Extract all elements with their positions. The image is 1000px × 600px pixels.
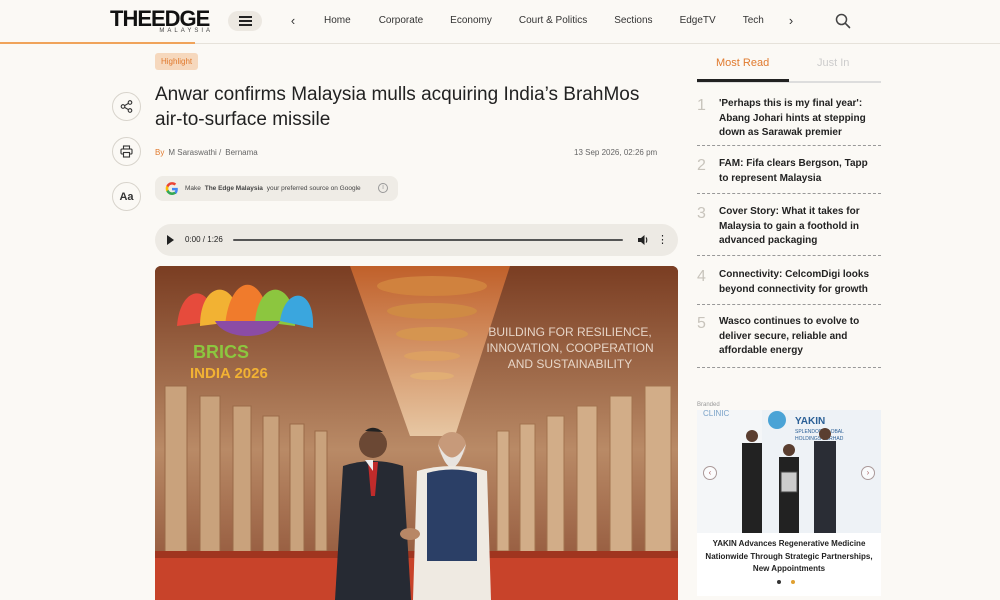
active-tab-indicator (697, 79, 789, 82)
most-read-number: 5 (697, 315, 706, 332)
article-source: Bernama (225, 148, 258, 157)
most-read-headline[interactable]: FAM: Fifa clears Bergson, Tapp to repres… (719, 157, 879, 186)
nav-item-economy[interactable]: Economy (450, 14, 492, 30)
hero-image: BRICS INDIA 2026 BUILDING FOR RESILIENCE… (155, 266, 678, 600)
most-read-item[interactable]: 2 FAM: Fifa clears Bergson, Tapp to repr… (697, 153, 881, 194)
most-read-item[interactable]: 1 'Perhaps this is my final year': Abang… (697, 93, 881, 146)
branded-corner-text: CLINIC (703, 410, 729, 418)
nav-item-corporate[interactable]: Corporate (379, 14, 423, 30)
carousel-dot[interactable] (791, 580, 795, 584)
main-nav: Home Corporate Economy Court & Politics … (310, 14, 785, 30)
carousel-next-icon[interactable]: › (861, 466, 875, 480)
carousel-prev-icon[interactable]: ‹ (703, 466, 717, 480)
nav-item-edgetv[interactable]: EdgeTV (680, 14, 716, 30)
site-header: THEEDGE MALAYSIA ‹ Home Corporate Econom… (0, 0, 1000, 44)
hero-photo: BRICS INDIA 2026 BUILDING FOR RESILIENCE… (155, 266, 678, 600)
branded-carousel[interactable]: CLINIC YAKIN SPLENDOR GLOBAL HOLDINGS BE… (697, 410, 881, 596)
audio-progress-track[interactable] (233, 239, 623, 241)
nav-prev-icon[interactable]: ‹ (286, 13, 300, 29)
most-read-number: 2 (697, 157, 706, 174)
carousel-dots (777, 580, 795, 584)
brics-year: INDIA 2026 (190, 365, 268, 382)
byline-by-label: By (155, 148, 165, 157)
google-prefix: Make (185, 185, 201, 192)
google-brand: The Edge Malaysia (204, 185, 263, 192)
carousel-dot-active[interactable] (777, 580, 781, 584)
nav-item-sections[interactable]: Sections (614, 14, 652, 30)
most-read-headline[interactable]: Wasco continues to evolve to deliver sec… (719, 315, 879, 359)
font-size-button[interactable]: Aa (112, 182, 141, 211)
info-icon[interactable]: i (378, 183, 388, 193)
article-title: Anwar confirms Malaysia mulls acquiring … (155, 84, 640, 130)
branded-photo: CLINIC YAKIN SPLENDOR GLOBAL HOLDINGS BE… (697, 410, 881, 533)
most-read-number: 3 (697, 205, 706, 222)
logo-wordmark: THEEDGE (110, 6, 210, 31)
brics-wordmark: BRICS (193, 342, 249, 362)
nav-item-tech[interactable]: Tech (743, 14, 764, 30)
hero-banner-line-1: BUILDING FOR RESILIENCE, (488, 325, 651, 339)
most-read-number: 1 (697, 97, 706, 114)
play-icon[interactable] (167, 235, 174, 245)
most-read-number: 4 (697, 268, 706, 285)
audio-time: 0:00 / 1:26 (185, 235, 223, 244)
hero-banner-line-2: INNOVATION, COOPERATION (486, 341, 653, 355)
sidebar-tabs: Most Read Just In (697, 53, 881, 83)
byline: By M Saraswathi / Bernama (155, 148, 258, 157)
most-read-headline[interactable]: 'Perhaps this is my final year': Abang J… (719, 97, 879, 141)
reading-progress-bar (0, 42, 195, 44)
nav-next-icon[interactable]: › (784, 13, 798, 29)
share-icon (120, 100, 133, 113)
nav-item-home[interactable]: Home (324, 14, 351, 30)
branded-label: Branded (697, 402, 720, 408)
google-icon (165, 181, 178, 195)
most-read-headline[interactable]: Cover Story: What it takes for Malaysia … (719, 205, 879, 249)
most-read-item[interactable]: 3 Cover Story: What it takes for Malaysi… (697, 201, 881, 256)
nav-item-court-politics[interactable]: Court & Politics (519, 14, 587, 30)
author-name[interactable]: M Saraswathi / (168, 148, 221, 157)
publish-date: 13 Sep 2026, 02:26 pm (574, 148, 658, 157)
tab-just-in[interactable]: Just In (817, 57, 849, 69)
volume-icon[interactable] (637, 233, 649, 247)
print-button[interactable] (112, 137, 141, 166)
more-options-icon[interactable]: ⋮ (657, 233, 668, 247)
printer-icon (120, 145, 133, 158)
most-read-item[interactable]: 5 Wasco continues to evolve to deliver s… (697, 311, 881, 368)
search-icon[interactable] (835, 13, 851, 29)
menu-button[interactable] (228, 11, 262, 31)
google-suffix: your preferred source on Google (266, 185, 361, 192)
google-preferred-source[interactable]: Make The Edge Malaysia your preferred so… (155, 176, 398, 201)
branded-image[interactable]: CLINIC YAKIN SPLENDOR GLOBAL HOLDINGS BE… (697, 410, 881, 533)
site-logo[interactable]: THEEDGE MALAYSIA (110, 8, 215, 36)
most-read-item[interactable]: 4 Connectivity: CelcomDigi looks beyond … (697, 264, 881, 305)
tab-most-read[interactable]: Most Read (716, 57, 769, 69)
share-button[interactable] (112, 92, 141, 121)
hero-banner-line-3: AND SUSTAINABILITY (508, 357, 632, 371)
most-read-headline[interactable]: Connectivity: CelcomDigi looks beyond co… (719, 268, 879, 297)
branded-caption[interactable]: YAKIN Advances Regenerative Medicine Nat… (701, 538, 877, 576)
logo-subtitle: MALAYSIA (159, 28, 213, 34)
audio-player: 0:00 / 1:26 ⋮ (155, 224, 678, 256)
branded-img-brand: YAKIN (795, 416, 825, 427)
hamburger-icon (238, 16, 252, 26)
category-badge[interactable]: Highlight (155, 53, 199, 70)
